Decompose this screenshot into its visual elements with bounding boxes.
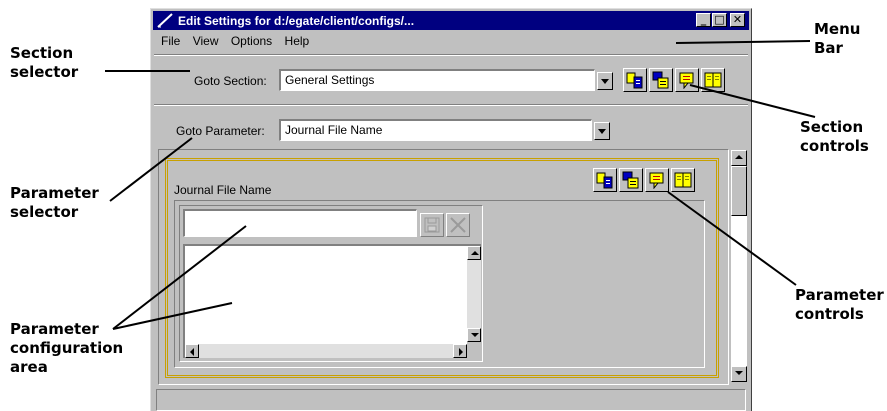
menu-bar-line: [675, 40, 811, 44]
parameter-selector-line: [109, 137, 193, 202]
parameter-controls-line: [667, 191, 797, 286]
section-controls-line: [689, 84, 816, 118]
callout-lines: [105, 40, 816, 330]
